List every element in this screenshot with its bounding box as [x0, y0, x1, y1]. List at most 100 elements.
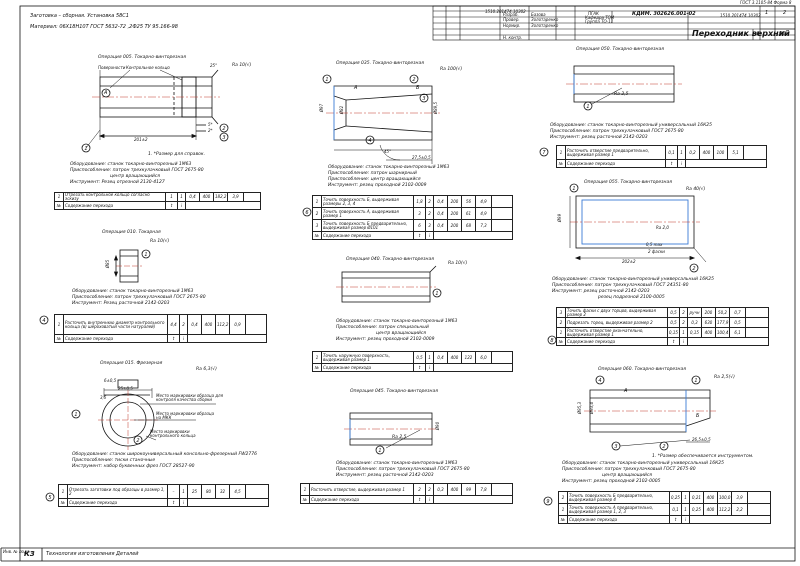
svg-text:2: 2	[136, 438, 139, 444]
svg-text:6: 6	[305, 210, 308, 216]
stamp-role: Нормир.	[503, 23, 521, 28]
svg-text:3: 3	[614, 444, 617, 450]
table-row: 3 Точить фаски с двух торцов, выдерживая …	[556, 307, 769, 318]
footer-title: Технология изготовления Деталей	[46, 551, 139, 557]
table-row: 1 Расточить отверстие предварительно, выд…	[556, 145, 767, 160]
op045-table: 1 Расточить отверстие, выдерживая размер …	[300, 483, 513, 504]
svg-text:4: 4	[598, 378, 601, 384]
table-header-row: № Содержание перехода ti	[312, 231, 513, 240]
table-header-row: № Содержание перехода ti	[556, 159, 767, 168]
svg-text:1: 1	[84, 146, 87, 152]
op050-table: 1 Расточить отверстие предварительно, выд…	[556, 145, 767, 168]
sheets-total: 2	[783, 10, 787, 16]
svg-text:1: 1	[694, 378, 697, 384]
table-header-row: № Содержание перехода ti	[558, 515, 771, 524]
op005-length: 201±2	[134, 137, 148, 142]
op005-label-a: А	[104, 90, 108, 96]
op015-callout: Место маркировки контрольного кольца	[150, 429, 196, 438]
op045-sketch	[344, 412, 438, 449]
op060-dim: 26,5±0,5	[692, 437, 711, 442]
op045-equip: Приспособление: патрон трехкулачковый ГО…	[336, 467, 470, 472]
footer-code: КЗ	[24, 550, 35, 558]
table-row: 2 Подрезать торец, выдерживая размер 2 0,…	[556, 317, 769, 328]
op015-equip: Оборудование: станок широкоуниверсальный…	[72, 452, 258, 457]
op005-equip: Приспособление: патрон трехкулачковый ГО…	[70, 168, 204, 173]
op055-ra: Ra 40(√)	[686, 187, 706, 192]
op005-label-ring: Контрольное кольцо	[126, 65, 170, 70]
op060-label-a: А	[624, 388, 628, 394]
op005-dim: 5*	[208, 122, 213, 127]
op010-sketch	[113, 249, 142, 283]
svg-text:3: 3	[222, 135, 225, 141]
op010-table: 1 Расточить внутреннюю диаметр контрольно…	[54, 314, 267, 343]
svg-text:2: 2	[662, 444, 665, 450]
op010-ra: Ra 10(√)	[150, 239, 170, 244]
op060-title: Операция 060. Токарно-винторезная	[598, 367, 686, 372]
table-row: 1 Отрезать заготовки под образцы в размер…	[58, 484, 269, 499]
table-header-row: № Содержание перехода ti	[556, 337, 769, 346]
op005-equip: Оборудование: станок токарно-винторезный…	[70, 162, 192, 167]
op005-footnote: 1. *Размер для справок.	[148, 152, 205, 157]
op040-equip: Инструмент: резец проходной 2102-0009	[336, 337, 435, 342]
svg-text:1: 1	[572, 186, 575, 192]
stamp-role: Провер.	[503, 17, 520, 22]
table-row: 1 Расточить отверстие, выдерживая размер …	[300, 483, 513, 496]
svg-text:3: 3	[422, 96, 425, 102]
op060-equip: Оборудование: станок токарно-винторезный…	[562, 461, 724, 466]
doc-code-right: 1510.201474.10302	[720, 13, 761, 18]
op060-equip: центр вращающийся	[602, 473, 653, 478]
svg-text:7: 7	[542, 150, 546, 156]
op045-equip: Инструмент: резец расточной 2142-0203	[336, 473, 434, 478]
op005-equip: центр вращающийся	[110, 174, 161, 179]
op015-equip: Приспособление: тиски станочные	[72, 458, 156, 463]
svg-text:4: 4	[368, 138, 371, 144]
svg-text:1: 1	[586, 104, 589, 110]
svg-text:1: 1	[435, 291, 438, 297]
op055-table: 3 Точить фаски с двух торцов, выдерживая …	[556, 307, 769, 346]
table-header-row: № Содержание перехода ti	[54, 201, 261, 210]
op055-equip: Оборудование: станок токарно-винторезный…	[552, 277, 714, 282]
op040-ra: Ra 10(√)	[448, 261, 468, 266]
op055-equip: резец подрезной 2100-0005	[598, 295, 665, 300]
table-row: 1 Точить поверхность Б, выдерживая размер…	[312, 195, 513, 208]
svg-text:4: 4	[42, 318, 45, 324]
drawing-sheet: 1 2 3 1 1 2 1 2 3 4 1 1 1 1 2 4 1 3 2 4 5 6 7 8 9 ГОСТ 3.…	[0, 0, 800, 566]
op050-equip: Инструмент: резец расточной 2142-0203	[550, 135, 648, 140]
table-row: 1 Расточить отверстие окончательно, выдер…	[556, 327, 769, 338]
op010-title: Операция 010. Токарная	[102, 230, 161, 235]
table-row: 3 Точить поверхность Б предварительно, вы…	[312, 219, 513, 232]
op055-equip: Инструмент: резец расточной 2142-0203	[552, 289, 650, 294]
doc-code-main: КДИМ. 302626.001-02	[632, 11, 696, 17]
sheet-number: 1	[765, 10, 769, 16]
op045-title: Операция 045. Токарно-винторезная	[350, 389, 438, 394]
op015-equip: Инструмент: набор буквенных фрез ГОСТ 28…	[72, 464, 195, 469]
op015-dim: 6±0,5	[104, 378, 117, 383]
op060-dim: Ø93,4	[589, 401, 595, 415]
org-line: Группа ТО-11	[585, 19, 614, 24]
form-note: ГОСТ 3.1105-84 Форма 8	[740, 0, 792, 5]
op035-equip: Оборудование: станок токарно-винторезный…	[328, 165, 450, 170]
material-note: Материал: 06Х18Н10Т ГОСТ 5632-72 ,2Ф25 Т…	[30, 24, 178, 30]
op060-equip: Инструмент: резец проходной 2102-0005	[562, 479, 661, 484]
op015-ra: Ra 6,3(√)	[196, 367, 217, 372]
op055-dim: Ra 2,0	[656, 225, 669, 230]
svg-text:1: 1	[144, 252, 147, 258]
svg-text:5: 5	[48, 495, 51, 501]
op055-dim: 202±2	[622, 259, 636, 264]
op060-footnote: 1. *Размер обеспечивается инструментом.	[652, 454, 754, 459]
stamp-name: Золотаренко	[531, 23, 559, 28]
op035-equip: Приспособление: центр вращающийся	[328, 177, 421, 182]
svg-text:2: 2	[692, 266, 695, 272]
table-row: 1 Отрезать контрольное кольцо согласно эс…	[54, 192, 261, 202]
op005-table: 1 Отрезать контрольное кольцо согласно эс…	[54, 192, 261, 210]
op010-equip: Приспособление: патрон трехкулачковый ГО…	[72, 295, 206, 300]
svg-text:8: 8	[550, 338, 553, 344]
table-header-row: № Содержание перехода ti	[300, 495, 513, 504]
op045-ra: Ra 2,5	[392, 435, 407, 440]
op015-callout: Место маркировки образца для контроля ка…	[156, 393, 224, 402]
op055-equip: Приспособление: патрон трехкулачковый ГО…	[552, 283, 689, 288]
op055-title: Операция 055. Токарно-винторезная	[584, 180, 672, 185]
op050-ra: Ra 2,5	[614, 92, 629, 97]
op015-callout: Место маркировки образца на МКК	[156, 411, 215, 420]
svg-text:1: 1	[378, 448, 381, 454]
